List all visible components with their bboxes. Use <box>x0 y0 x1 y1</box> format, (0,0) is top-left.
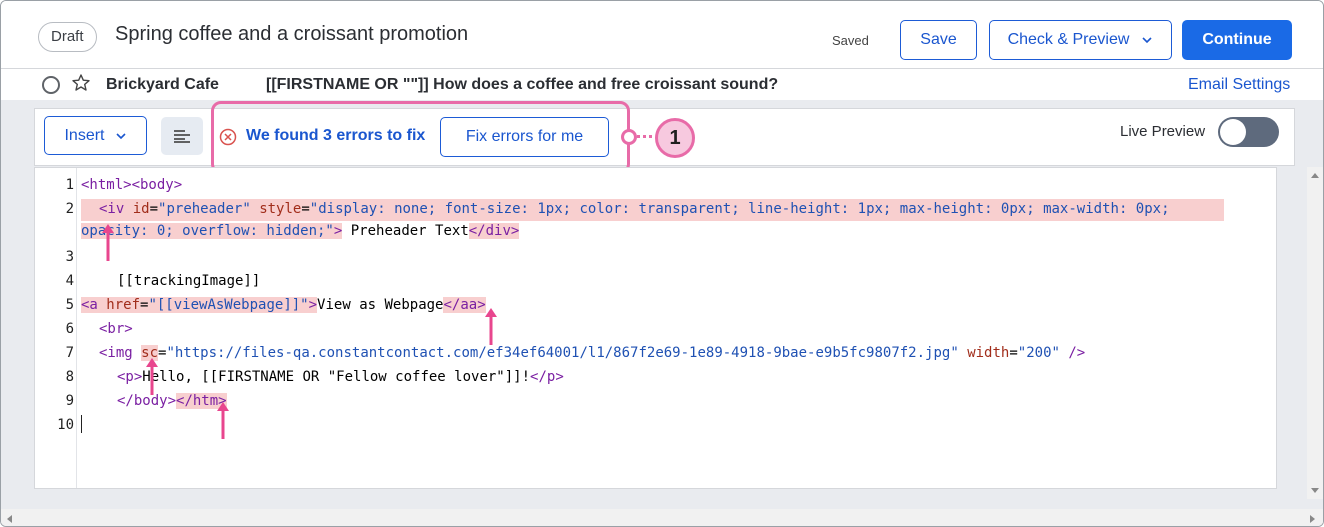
equals-sign: = <box>301 201 310 217</box>
width-value: "200" <box>1017 345 1060 361</box>
error-arrow-icon <box>217 402 229 439</box>
error-arrow-icon <box>485 308 497 345</box>
continue-button[interactable]: Continue <box>1182 20 1292 60</box>
check-preview-label: Check & Preview <box>1007 31 1130 48</box>
p-open-tag: <p> <box>117 369 143 385</box>
style-value-part2: opacity: 0; overflow: hidden;" <box>81 223 334 239</box>
select-radio[interactable] <box>42 76 60 94</box>
code-line-1: <html><body> <box>81 177 182 193</box>
style-attribute: style <box>259 201 302 217</box>
callout-highlight-box <box>211 101 630 174</box>
div-close-tag: </div> <box>468 223 520 239</box>
html-open-tag: <html> <box>81 177 132 193</box>
error-arrow-icon <box>146 358 158 395</box>
scroll-right-icon[interactable] <box>1309 514 1317 524</box>
callout-anchor-dot <box>621 129 637 145</box>
check-preview-button[interactable]: Check & Preview <box>989 20 1172 60</box>
href-attribute: href <box>106 297 141 313</box>
line-number: 10 <box>57 417 74 433</box>
view-as-webpage-text: View as Webpage <box>317 297 444 313</box>
src-value: "https://files-qa.constantcontact.com/ef… <box>166 345 959 361</box>
code-line-5: <a href="[[viewAsWebpage]]">View as Webp… <box>81 295 486 317</box>
live-preview-toggle[interactable] <box>1218 117 1279 147</box>
body-open-tag: <body> <box>131 177 183 193</box>
chevron-down-icon <box>1142 37 1152 44</box>
page-title[interactable]: Spring coffee and a croissant promotion <box>115 23 468 46</box>
align-left-icon <box>174 130 190 143</box>
line-number: 3 <box>65 249 74 265</box>
email-subject-row: Brickyard Cafe [[FIRSTNAME OR ""]] How d… <box>1 70 1323 100</box>
line-number: 5 <box>65 297 74 313</box>
callout-number-badge: 1 <box>655 118 695 158</box>
status-badge: Draft <box>38 22 97 52</box>
equals-sign: = <box>149 201 159 217</box>
app-window: Draft Spring coffee and a croissant prom… <box>0 0 1324 527</box>
line-number: 9 <box>65 393 74 409</box>
code-line-2: <iv id="preheader" style="display: none;… <box>81 199 1224 221</box>
from-name: Brickyard Cafe <box>106 76 219 93</box>
text-cursor <box>81 415 82 433</box>
a-bracket: > <box>308 297 318 313</box>
code-line-8: <p>Hello, [[FIRSTNAME OR "Fellow coffee … <box>117 369 564 385</box>
saved-status: Saved <box>832 33 869 48</box>
star-icon[interactable] <box>71 73 91 93</box>
save-button-label: Save <box>920 31 957 48</box>
img-open-tag: <img <box>99 345 133 361</box>
line-number: 8 <box>65 369 74 385</box>
code-line-4: [[trackingImage]] <box>117 273 261 289</box>
a-open-tag: <a <box>81 297 98 313</box>
continue-button-label: Continue <box>1202 31 1272 48</box>
insert-button[interactable]: Insert <box>44 116 147 155</box>
code-line-7: <img sc="https://files-qa.constantcontac… <box>99 345 1085 361</box>
line-number: 1 <box>65 177 74 193</box>
horizontal-scrollbar[interactable] <box>1 509 1323 526</box>
code-line-2-wrap: opacity: 0; overflow: hidden;"> Preheade… <box>81 221 520 243</box>
vertical-scrollbar[interactable] <box>1307 167 1323 499</box>
id-value: "preheader" <box>158 201 251 217</box>
editor-header: Draft Spring coffee and a croissant prom… <box>1 1 1323 69</box>
div-open-tag-error: <iv <box>99 201 125 217</box>
scroll-left-icon[interactable] <box>5 514 13 524</box>
save-button[interactable]: Save <box>900 20 977 60</box>
line-number: 4 <box>65 273 74 289</box>
insert-button-label: Insert <box>64 126 105 144</box>
code-line-9: </body></htm> <box>117 391 227 413</box>
href-value: "[[viewAsWebpage]]" <box>148 297 309 313</box>
line-number: 7 <box>65 345 74 361</box>
chevron-down-icon <box>115 132 126 139</box>
img-self-close: /> <box>1059 345 1086 361</box>
equals-sign: = <box>1009 345 1018 361</box>
preheader-text: Preheader Text <box>342 223 469 239</box>
p-close-tag: </p> <box>530 369 564 385</box>
toggle-knob <box>1220 119 1246 145</box>
scroll-down-icon[interactable] <box>1310 487 1320 495</box>
email-settings-link[interactable]: Email Settings <box>1188 76 1290 94</box>
error-arrow-icon <box>102 224 114 261</box>
scroll-up-icon[interactable] <box>1310 171 1320 179</box>
line-number: 2 <box>65 201 74 217</box>
a-close-tag-error: </aa> <box>443 297 486 313</box>
id-attribute: id <box>132 201 150 217</box>
live-preview-label: Live Preview <box>1120 123 1206 140</box>
greeting-text: Hello, [[FIRSTNAME OR "Fellow coffee lov… <box>142 369 531 385</box>
line-number: 6 <box>65 321 74 337</box>
subject-line: [[FIRSTNAME OR ""]] How does a coffee an… <box>266 76 779 93</box>
style-value-part1: "display: none; font-size: 1px; color: t… <box>309 201 1170 217</box>
width-attribute: width <box>967 345 1010 361</box>
format-code-button[interactable] <box>161 117 203 155</box>
code-line-6: <br> <box>99 321 133 337</box>
